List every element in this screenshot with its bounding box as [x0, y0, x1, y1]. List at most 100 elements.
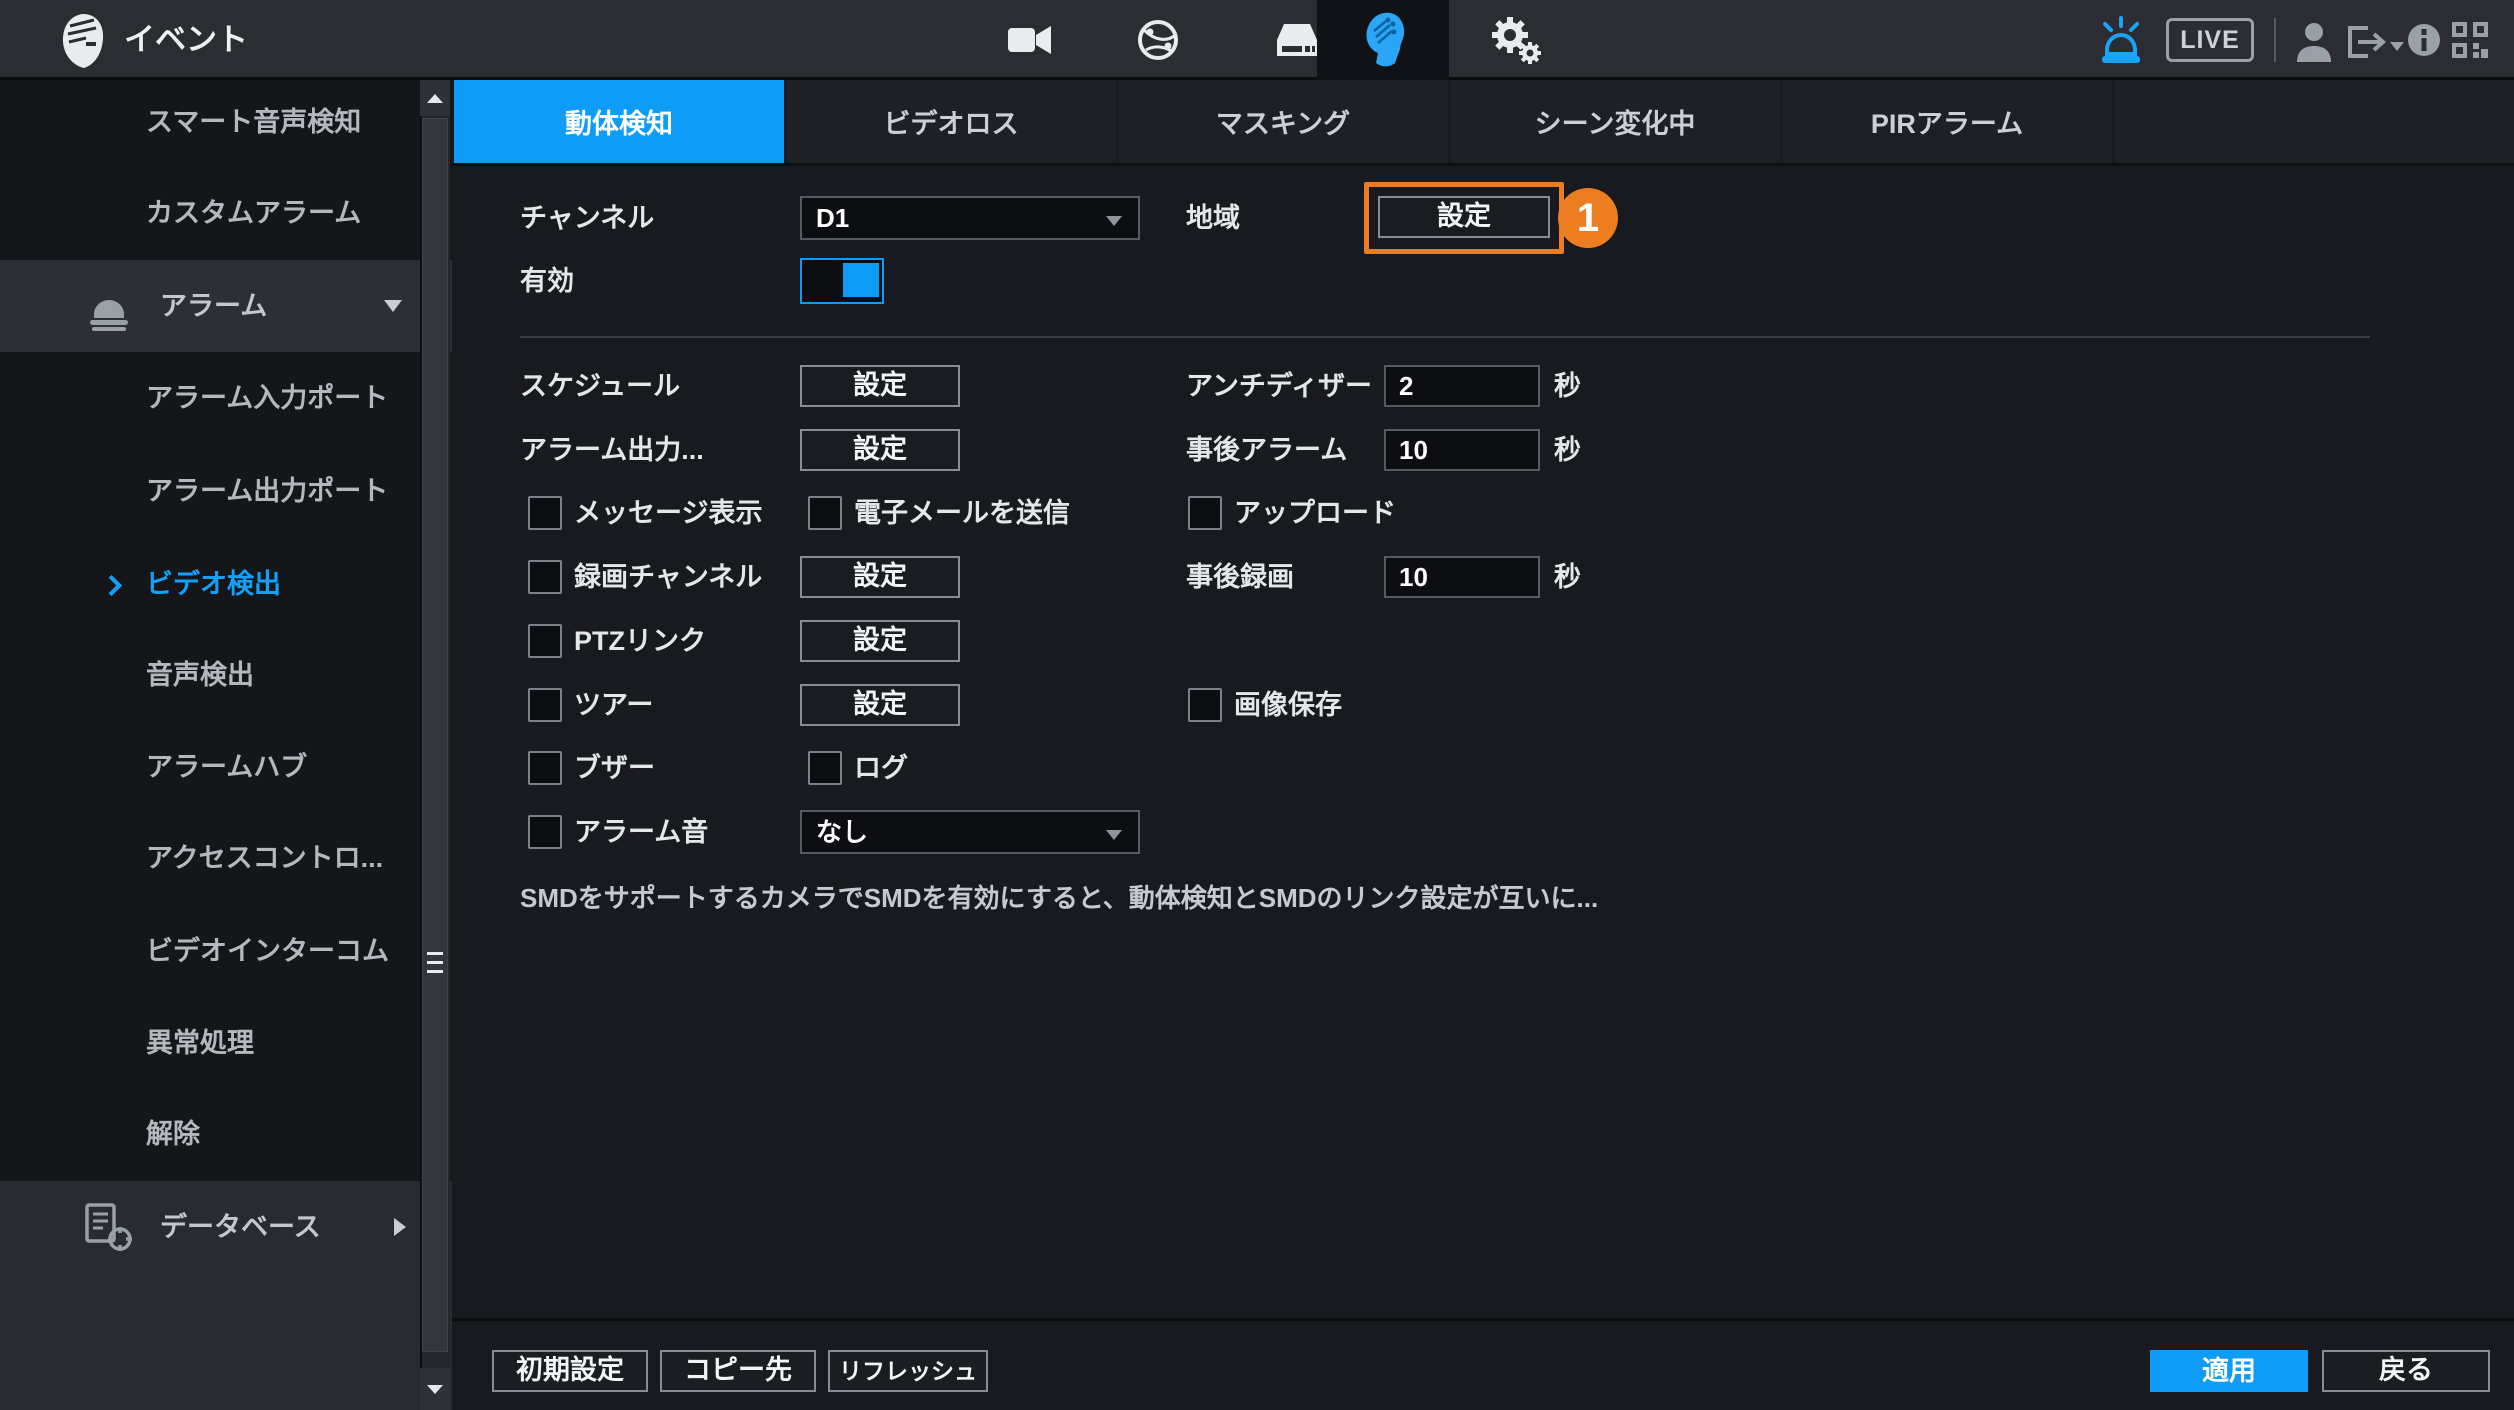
user-icon[interactable] — [2294, 20, 2334, 69]
topbar-separator — [2274, 18, 2276, 62]
sidebar-item-abnormality[interactable]: 異常処理 — [0, 997, 420, 1089]
sidebar-item-disarm[interactable]: 解除 — [0, 1088, 420, 1180]
scrollbar-grip-line — [427, 952, 443, 955]
nav-network-button[interactable] — [1092, 0, 1224, 80]
page-title: イベント — [124, 0, 248, 80]
sidebar-item-database-group[interactable]: データベース — [0, 1181, 420, 1273]
sidebar-item-alarm-group[interactable]: アラーム — [0, 260, 420, 352]
send-email-checkbox[interactable] — [808, 496, 842, 530]
log-label: ログ — [854, 747, 908, 789]
sidebar-item-audio-detection[interactable]: 音声検出 — [0, 629, 420, 721]
chevron-down-icon — [384, 300, 402, 312]
anti-dither-input[interactable]: 2 — [1384, 365, 1540, 407]
refresh-button[interactable]: リフレッシュ — [828, 1350, 988, 1392]
alarm-tone-select[interactable]: なし — [800, 810, 1140, 854]
sidebar-item-alarm-hub[interactable]: アラームハブ — [0, 721, 420, 813]
save-picture-label: 画像保存 — [1234, 684, 1342, 726]
region-label: 地域 — [1186, 197, 1240, 239]
nav-settings-button[interactable] — [1456, 0, 1576, 80]
sidebar-item-custom-alarm[interactable]: カスタムアラーム — [0, 167, 420, 259]
save-picture-checkbox[interactable] — [1188, 688, 1222, 722]
schedule-set-button[interactable]: 設定 — [800, 365, 960, 407]
qr-code-icon[interactable] — [2450, 20, 2490, 65]
annotation-step-badge: 1 — [1558, 188, 1618, 248]
post-alarm-unit: 秒 — [1554, 429, 1581, 471]
alarm-out-label: アラーム出力... — [520, 429, 704, 471]
tab-pir-alarm[interactable]: PIRアラーム — [1782, 80, 2112, 163]
sidebar-item-video-intercom[interactable]: ビデオインターコム — [0, 905, 420, 997]
post-record-label: 事後録画 — [1186, 556, 1294, 598]
alarm-tone-checkbox[interactable] — [528, 815, 562, 849]
top-bar: イベント — [0, 0, 2514, 80]
log-checkbox[interactable] — [808, 751, 842, 785]
sidebar-item-alarm-in-port[interactable]: アラーム入力ポート — [0, 352, 420, 444]
logout-icon[interactable] — [2344, 22, 2386, 67]
channel-label: チャンネル — [520, 197, 654, 239]
sidebar-item-video-detection-active[interactable]: ビデオ検出 — [0, 538, 420, 630]
default-button[interactable]: 初期設定 — [492, 1350, 648, 1392]
channel-select[interactable]: D1 — [800, 196, 1140, 240]
scrollbar-down-button[interactable] — [420, 1368, 450, 1410]
ptz-link-set-button[interactable]: 設定 — [800, 620, 960, 662]
post-record-input[interactable]: 10 — [1384, 556, 1540, 598]
tab-bar-filler — [2114, 80, 2514, 163]
scrollbar-grip-line — [427, 961, 443, 964]
apply-button[interactable]: 適用 — [2150, 1350, 2308, 1392]
camera-icon — [964, 0, 1096, 80]
sidebar-scrollbar-thumb[interactable] — [422, 118, 448, 1352]
ptz-link-label: PTZリンク — [574, 620, 706, 662]
upload-label: アップロード — [1234, 492, 1396, 534]
logout-caret-icon[interactable] — [2390, 42, 2404, 51]
sidebar-item-access-control[interactable]: アクセスコントロ... — [0, 812, 420, 904]
back-button[interactable]: 戻る — [2322, 1350, 2490, 1392]
active-chevron-icon — [101, 575, 122, 596]
anti-dither-label: アンチディザー — [1186, 365, 1372, 407]
scrollbar-grip-line — [427, 970, 443, 973]
toggle-knob — [843, 263, 879, 297]
alarm-siren-icon[interactable] — [2098, 14, 2144, 71]
copy-to-button[interactable]: コピー先 — [660, 1350, 816, 1392]
ptz-link-checkbox[interactable] — [528, 624, 562, 658]
settings-gears-icon — [1456, 0, 1576, 80]
nav-camera-button[interactable] — [964, 0, 1096, 80]
tab-masking[interactable]: マスキング — [1118, 80, 1448, 163]
record-channel-set-button[interactable]: 設定 — [800, 556, 960, 598]
smd-note-text: SMDをサポートするカメラでSMDを有効にすると、動体検知とSMDのリンク設定が… — [520, 878, 1598, 915]
scrollbar-up-button[interactable] — [420, 80, 450, 116]
event-settings-window: イベント — [0, 0, 2514, 1410]
buzzer-checkbox[interactable] — [528, 751, 562, 785]
select-caret-icon — [1106, 216, 1122, 226]
anti-dither-unit: 秒 — [1554, 365, 1581, 407]
alarm-tone-label: アラーム音 — [574, 811, 708, 853]
enable-toggle[interactable] — [800, 258, 884, 304]
tab-scene-change[interactable]: シーン変化中 — [1450, 80, 1780, 163]
sidebar-item-smart-audio-detection[interactable]: スマート音声検知 — [0, 76, 420, 168]
tab-video-loss[interactable]: ビデオロス — [786, 80, 1116, 163]
show-message-checkbox[interactable] — [528, 496, 562, 530]
live-button[interactable]: LIVE — [2166, 18, 2254, 62]
upload-checkbox[interactable] — [1188, 496, 1222, 530]
post-alarm-input[interactable]: 10 — [1384, 429, 1540, 471]
buzzer-label: ブザー — [574, 747, 655, 789]
database-icon — [84, 1203, 134, 1258]
scroll-up-icon — [427, 94, 443, 103]
select-caret-icon — [1106, 830, 1122, 840]
network-globe-icon — [1092, 0, 1224, 80]
send-email-label: 電子メールを送信 — [854, 492, 1070, 534]
tour-set-button[interactable]: 設定 — [800, 684, 960, 726]
record-channel-checkbox[interactable] — [528, 560, 562, 594]
tour-label: ツアー — [574, 684, 653, 726]
record-channel-label: 録画チャンネル — [574, 556, 762, 598]
info-icon[interactable] — [2406, 22, 2442, 63]
tab-bar-underline — [452, 163, 2514, 166]
tour-checkbox[interactable] — [528, 688, 562, 722]
nav-ai-event-button-active[interactable] — [1317, 0, 1449, 80]
alarm-out-set-button[interactable]: 設定 — [800, 429, 960, 471]
tab-motion-detection[interactable]: 動体検知 — [454, 80, 784, 163]
app-logo-icon — [56, 12, 110, 75]
show-message-label: メッセージ表示 — [574, 492, 762, 534]
siren-icon — [86, 282, 132, 337]
sidebar-item-alarm-out-port[interactable]: アラーム出力ポート — [0, 445, 420, 537]
scroll-down-icon — [427, 1385, 443, 1394]
enable-label: 有効 — [520, 260, 574, 302]
